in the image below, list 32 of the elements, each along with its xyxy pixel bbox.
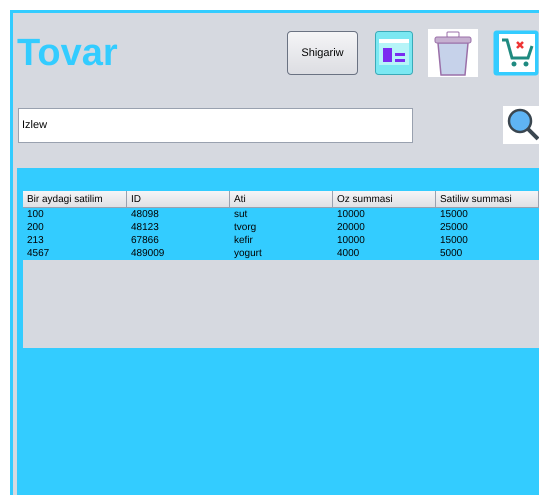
table-cell-text: 10000 [336, 234, 366, 247]
table-cell-text: kefir [233, 234, 254, 247]
table-cell-text: sut [233, 208, 248, 221]
layout-icon[interactable] [375, 31, 413, 75]
search-field[interactable]: Izlew [18, 108, 413, 142]
search-icon[interactable] [503, 106, 539, 144]
table-cell-text: 67866 [130, 234, 160, 247]
cart-remove-icon[interactable] [493, 30, 539, 76]
table-cell-text: 100 [26, 208, 45, 221]
table-cell-text: 25000 [439, 221, 469, 234]
table-cell-text: 48098 [130, 208, 160, 221]
table-cell-text: 4567 [26, 247, 50, 260]
table-cell-text: tvorg [233, 221, 258, 234]
table-cell-text: yogurt [233, 247, 263, 260]
shigariw-button[interactable]: Shigariw [287, 31, 358, 75]
table-cell-text: 15000 [439, 208, 469, 221]
column-header[interactable]: Satiliw summasi [436, 191, 539, 208]
table-cell-text: 5000 [439, 247, 464, 260]
table-cell-text: 48123 [130, 221, 160, 234]
column-header[interactable]: Ati [230, 191, 333, 208]
app-title: Tovar [17, 34, 119, 72]
table-cell-text: 4000 [336, 247, 360, 260]
table-cell-text: 200 [26, 221, 45, 234]
column-header[interactable]: ID [127, 191, 230, 208]
column-header[interactable]: Oz summasi [333, 191, 436, 208]
trash-icon[interactable] [428, 29, 478, 77]
table-cell-text: 213 [26, 234, 45, 247]
table-cell-text: 489009 [130, 247, 166, 260]
table-cell-text: 20000 [336, 221, 366, 234]
column-header[interactable]: Bir aydagi satilim [23, 191, 127, 208]
table-cell-text: 10000 [336, 208, 366, 221]
table-cell-text: 15000 [439, 234, 469, 247]
